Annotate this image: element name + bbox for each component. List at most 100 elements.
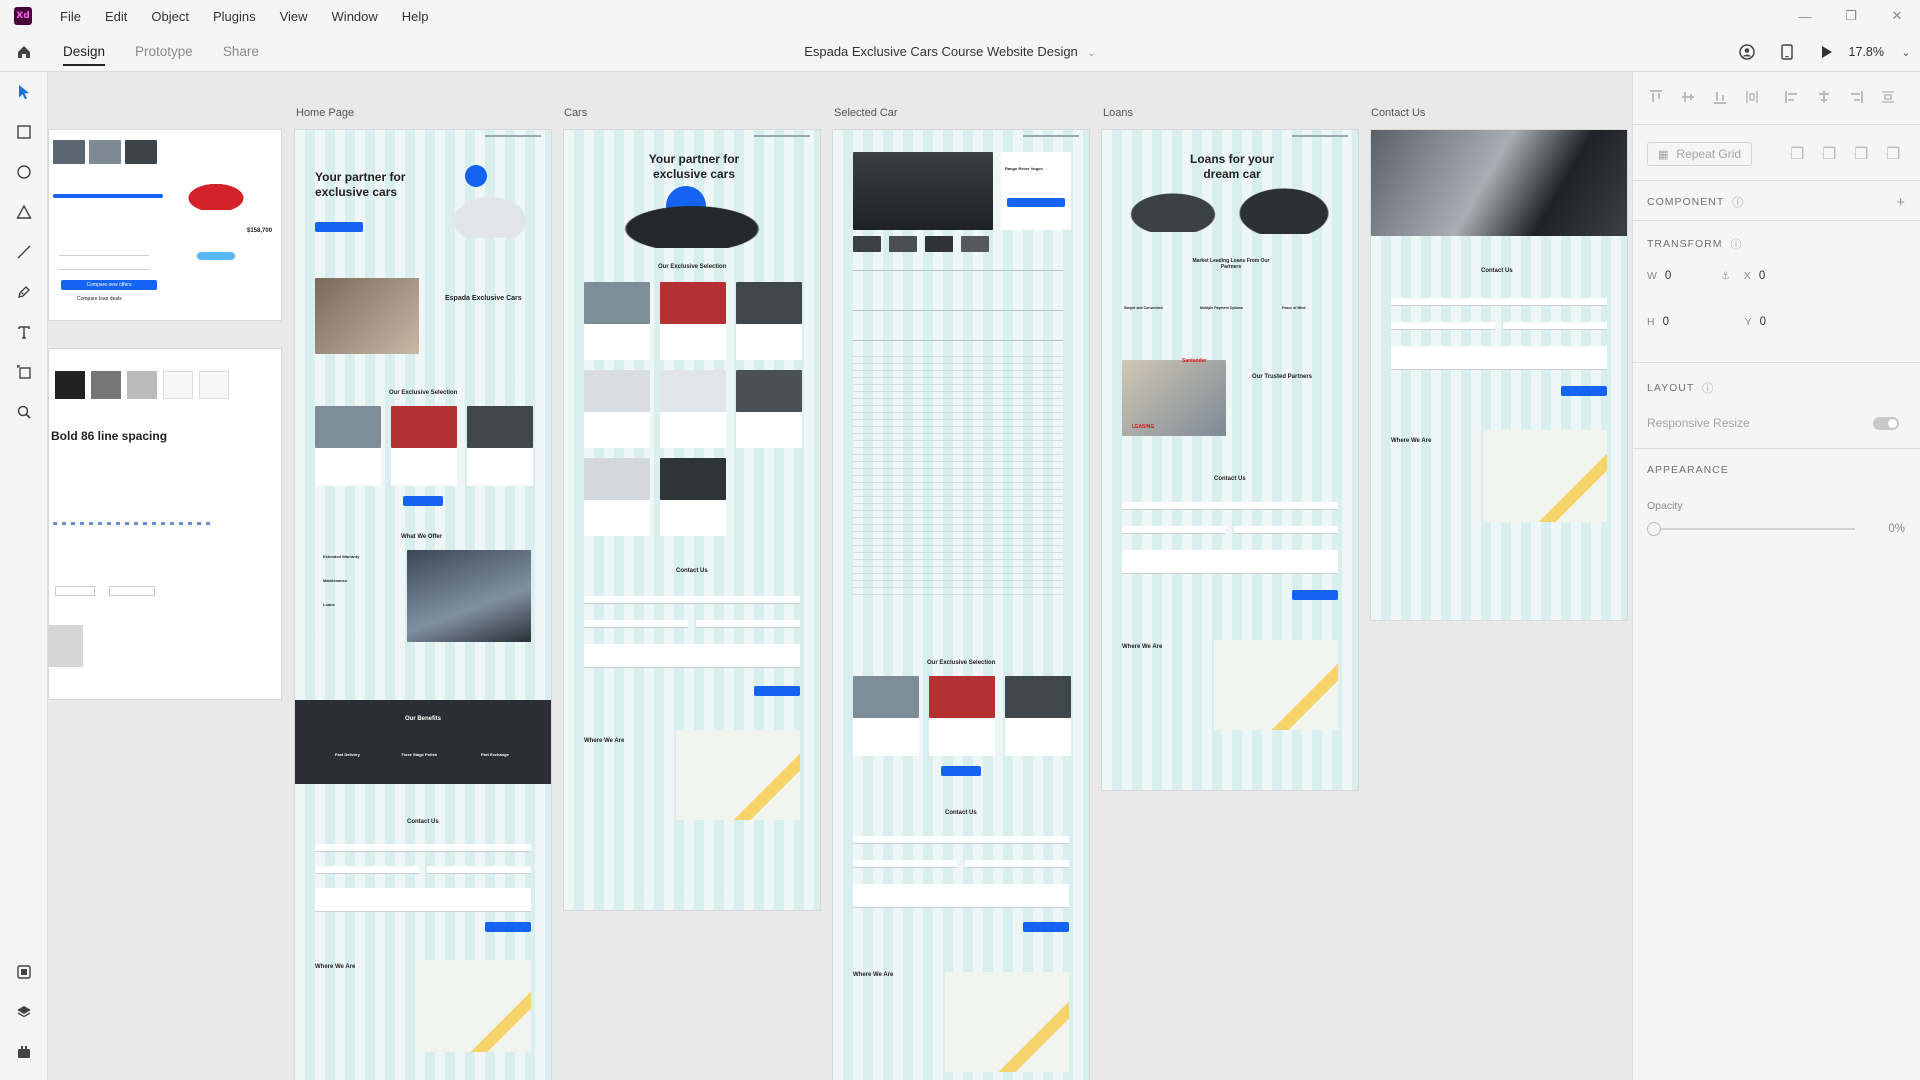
tab-prototype[interactable]: Prototype bbox=[135, 32, 193, 72]
input-full-name bbox=[1122, 502, 1338, 510]
triangle-icon[interactable] bbox=[0, 192, 48, 232]
mobile-preview-icon[interactable] bbox=[1767, 32, 1807, 72]
close-icon[interactable]: ✕ bbox=[1874, 0, 1920, 32]
distribute-horizontal-icon[interactable] bbox=[1877, 86, 1899, 108]
design-canvas[interactable]: $158,700 Compare new offers Compare loan… bbox=[48, 72, 1632, 1080]
artboard-label-loans[interactable]: Loans bbox=[1103, 107, 1133, 119]
hero-white-car-image bbox=[440, 188, 540, 238]
w-input[interactable]: 0 bbox=[1665, 270, 1721, 282]
menu-view[interactable]: View bbox=[280, 9, 308, 24]
partial-artboard-style-guide[interactable]: Bold 86 line spacing bbox=[48, 348, 282, 700]
contact-title: Contact Us bbox=[1214, 476, 1246, 482]
align-center-icon[interactable] bbox=[1813, 86, 1835, 108]
boolean-subtract-icon[interactable]: ❐ bbox=[1818, 143, 1840, 165]
menu-bar: Xd File Edit Object Plugins View Window … bbox=[0, 0, 1920, 32]
info-icon[interactable]: ⓘ bbox=[1731, 236, 1742, 252]
opacity-value[interactable]: 0% bbox=[1888, 523, 1905, 535]
info-icon[interactable]: ⓘ bbox=[1702, 380, 1713, 396]
document-title-text[interactable]: Espada Exclusive Cars Course Website Des… bbox=[804, 44, 1078, 59]
compare-offers-button: Compare new offers bbox=[61, 280, 157, 290]
align-top-icon[interactable] bbox=[1645, 86, 1667, 108]
ellipse-icon[interactable] bbox=[0, 152, 48, 192]
artboard-label-contact[interactable]: Contact Us bbox=[1371, 107, 1425, 119]
artboard-label-cars[interactable]: Cars bbox=[564, 107, 587, 119]
zoom-level[interactable]: 17.8% bbox=[1849, 45, 1884, 59]
boolean-exclude-icon[interactable]: ❐ bbox=[1882, 143, 1904, 165]
select-icon[interactable] bbox=[0, 72, 48, 112]
artboard-label-selected-car[interactable]: Selected Car bbox=[834, 107, 898, 119]
artboard-cars[interactable]: Your partner for exclusive cars Our Excl… bbox=[563, 129, 821, 911]
chevron-down-icon[interactable]: ⌄ bbox=[1087, 48, 1095, 59]
opacity-slider[interactable] bbox=[1647, 522, 1855, 536]
plugins-icon[interactable] bbox=[0, 1032, 48, 1072]
restore-icon[interactable]: ❐ bbox=[1828, 0, 1874, 32]
assets-icon[interactable] bbox=[0, 952, 48, 992]
see-all-button bbox=[403, 496, 443, 506]
market-leading-title: Market Leading Loans From Our Partners bbox=[1192, 258, 1270, 270]
x-input[interactable]: 0 bbox=[1759, 270, 1765, 282]
toolbar-right: 17.8% ⌄ bbox=[1727, 32, 1920, 72]
menu-edit[interactable]: Edit bbox=[105, 9, 127, 24]
align-right-icon[interactable] bbox=[1845, 86, 1867, 108]
repeat-grid-button[interactable]: ▦ Repeat Grid bbox=[1647, 142, 1753, 166]
rectangle-icon[interactable] bbox=[0, 112, 48, 152]
menu-plugins[interactable]: Plugins bbox=[213, 9, 256, 24]
input-line bbox=[59, 262, 149, 270]
artboard-label-home[interactable]: Home Page bbox=[296, 107, 354, 119]
car-thumbnail bbox=[125, 140, 157, 164]
pen-icon[interactable] bbox=[0, 272, 48, 312]
zoom-chevron-icon[interactable]: ⌄ bbox=[1892, 32, 1920, 72]
input-message bbox=[584, 644, 800, 668]
align-left-icon[interactable] bbox=[1781, 86, 1803, 108]
artboard-loans[interactable]: Loans for your dream car Market Leading … bbox=[1101, 129, 1359, 791]
car-card bbox=[736, 370, 802, 448]
car-card bbox=[584, 282, 650, 360]
menu-object[interactable]: Object bbox=[151, 9, 189, 24]
h-input[interactable]: 0 bbox=[1663, 316, 1745, 328]
artboard-home-page[interactable]: Your partner for exclusive cars Espada E… bbox=[294, 129, 552, 1080]
play-icon[interactable] bbox=[1807, 32, 1847, 72]
boolean-add-icon[interactable]: ❐ bbox=[1786, 143, 1808, 165]
y-label: Y bbox=[1744, 316, 1752, 328]
map-road bbox=[1267, 649, 1338, 730]
slider-handle[interactable] bbox=[1647, 522, 1661, 536]
menu-file[interactable]: File bbox=[60, 9, 81, 24]
text-icon[interactable] bbox=[0, 312, 48, 352]
menu-help[interactable]: Help bbox=[402, 9, 429, 24]
lock-aspect-icon[interactable]: ⚓ bbox=[1721, 271, 1730, 282]
artboard-icon[interactable] bbox=[0, 352, 48, 392]
info-icon[interactable]: ⓘ bbox=[1732, 194, 1743, 210]
tab-share[interactable]: Share bbox=[223, 32, 259, 72]
artboard-contact-us[interactable]: Contact Us Where We Are bbox=[1370, 129, 1628, 621]
separator bbox=[1633, 220, 1920, 221]
tab-design[interactable]: Design bbox=[63, 32, 106, 72]
distribute-vertical-icon[interactable] bbox=[1741, 86, 1763, 108]
partial-artboard-loan-calculator[interactable]: $158,700 Compare new offers Compare loan… bbox=[48, 129, 282, 321]
zoom-icon[interactable] bbox=[0, 392, 48, 432]
benefit-fast-delivery: Fast Delivery bbox=[335, 752, 360, 757]
blue-button bbox=[53, 194, 163, 198]
car-card bbox=[584, 458, 650, 536]
loan-feature-simple: Simple and Convenient bbox=[1124, 306, 1163, 310]
input-full-name bbox=[584, 596, 800, 604]
home-icon[interactable] bbox=[0, 32, 48, 72]
toggle-knob bbox=[1888, 418, 1897, 428]
align-bottom-icon[interactable] bbox=[1709, 86, 1731, 108]
artboard-selected-car[interactable]: Range Rover Vogue Our Exclusive Selectio… bbox=[832, 129, 1090, 1080]
y-input[interactable]: 0 bbox=[1760, 316, 1766, 328]
user-icon[interactable] bbox=[1727, 32, 1767, 72]
transform-hy-row: H 0 Y 0 bbox=[1633, 316, 1920, 328]
responsive-resize-toggle[interactable] bbox=[1873, 416, 1899, 430]
car-card bbox=[660, 370, 726, 448]
car-image bbox=[736, 282, 802, 324]
input-message bbox=[1122, 550, 1338, 574]
car-image bbox=[853, 676, 919, 718]
where-we-are-title: Where We Are bbox=[1391, 438, 1432, 444]
menu-window[interactable]: Window bbox=[332, 9, 378, 24]
boolean-intersect-icon[interactable]: ❐ bbox=[1850, 143, 1872, 165]
minimize-icon[interactable]: — bbox=[1782, 0, 1828, 32]
align-middle-icon[interactable] bbox=[1677, 86, 1699, 108]
add-component-icon[interactable]: + bbox=[1896, 194, 1905, 211]
layers-icon[interactable] bbox=[0, 992, 48, 1032]
line-icon[interactable] bbox=[0, 232, 48, 272]
